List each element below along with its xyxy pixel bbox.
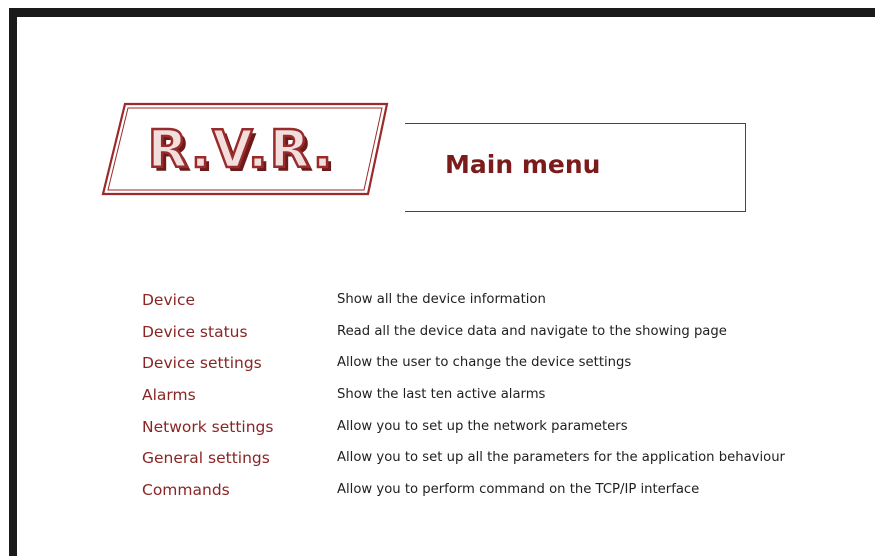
title-box: Main menu <box>405 123 746 212</box>
menu-link-device[interactable]: Device <box>142 291 195 309</box>
main-menu: Device Show all the device information D… <box>142 291 822 513</box>
page-title: Main menu <box>445 150 601 179</box>
menu-desc-general-settings: Allow you to set up all the parameters f… <box>337 450 785 466</box>
menu-link-alarms[interactable]: Alarms <box>142 386 196 404</box>
menu-desc-device-status: Read all the device data and navigate to… <box>337 323 727 339</box>
menu-row-alarms: Alarms Show the last ten active alarms <box>142 386 822 418</box>
logo-wordmark: R.V.R. <box>148 120 335 180</box>
page-frame: R.V.R. R.V.R. Main menu Device Show all … <box>0 0 875 556</box>
menu-desc-device: Show all the device information <box>337 292 546 307</box>
menu-row-general-settings: General settings Allow you to set up all… <box>142 449 822 481</box>
frame-top-border <box>9 8 875 17</box>
menu-row-device: Device Show all the device information <box>142 291 822 323</box>
menu-row-commands: Commands Allow you to perform command on… <box>142 481 822 513</box>
menu-desc-alarms: Show the last ten active alarms <box>337 387 546 403</box>
menu-row-network-settings: Network settings Allow you to set up the… <box>142 418 822 450</box>
frame-left-border <box>9 8 17 556</box>
menu-row-device-settings: Device settings Allow the user to change… <box>142 354 822 386</box>
menu-link-general-settings[interactable]: General settings <box>142 449 270 467</box>
menu-link-device-status[interactable]: Device status <box>142 323 248 341</box>
menu-desc-device-settings: Allow the user to change the device sett… <box>337 355 632 371</box>
menu-row-device-status: Device status Read all the device data a… <box>142 323 822 355</box>
menu-desc-commands: Allow you to perform command on the TCP/… <box>337 482 700 498</box>
menu-desc-network-settings: Allow you to set up the network paramete… <box>337 418 628 434</box>
menu-link-commands[interactable]: Commands <box>142 481 230 499</box>
rvr-logo: R.V.R. R.V.R. <box>100 101 390 197</box>
menu-link-device-settings[interactable]: Device settings <box>142 354 262 372</box>
menu-link-network-settings[interactable]: Network settings <box>142 418 273 436</box>
